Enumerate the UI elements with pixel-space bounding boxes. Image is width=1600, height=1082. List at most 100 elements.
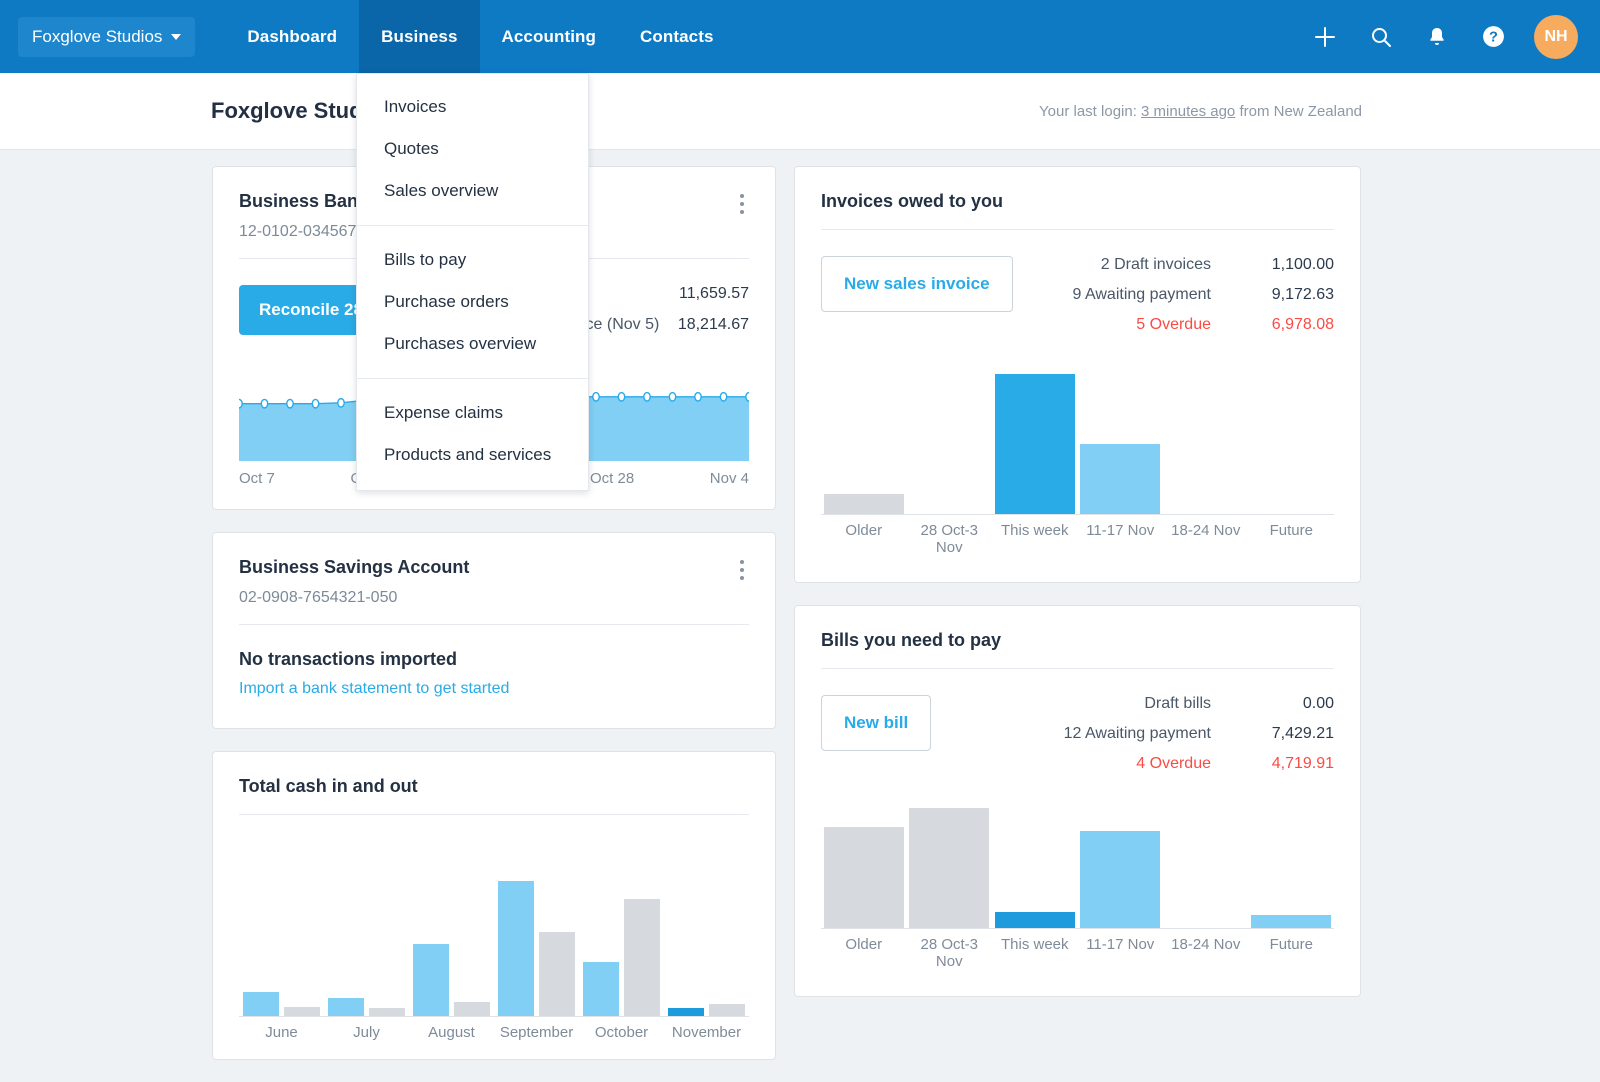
- bar[interactable]: [824, 827, 904, 928]
- bar[interactable]: [995, 912, 1075, 928]
- bar[interactable]: [454, 1002, 490, 1016]
- import-statement-link[interactable]: Import a bank statement to get started: [239, 680, 749, 698]
- nav-item-accounting[interactable]: Accounting: [480, 0, 619, 73]
- menu-group-sales: Invoices Quotes Sales overview: [357, 86, 588, 212]
- summary-label: 9 Awaiting payment: [1013, 286, 1239, 304]
- org-switcher-button[interactable]: Foxglove Studios: [18, 17, 195, 57]
- bar[interactable]: [995, 374, 1075, 514]
- axis-tick: Nov 4: [710, 470, 749, 487]
- right-column: Invoices owed to you New sales invoice 2…: [794, 166, 1361, 1019]
- bar-slot: [324, 998, 409, 1016]
- new-bill-button[interactable]: New bill: [821, 695, 931, 751]
- nav-item-contacts[interactable]: Contacts: [618, 0, 736, 73]
- nav-actions: ? NH: [1310, 15, 1578, 59]
- invoices-owed-card: Invoices owed to you New sales invoice 2…: [794, 166, 1361, 583]
- axis-tick: This week: [992, 936, 1078, 970]
- axis-tick: 28 Oct-3 Nov: [907, 522, 993, 556]
- axis-tick: October: [579, 1024, 664, 1041]
- bar-slot: [579, 899, 664, 1016]
- card-menu-icon[interactable]: [731, 191, 753, 217]
- bills-bar-chart: Older28 Oct-3 NovThis week11-17 Nov18-24…: [821, 799, 1334, 970]
- menu-item-products-and-services[interactable]: Products and services: [357, 434, 588, 476]
- menu-item-purchases-overview[interactable]: Purchases overview: [357, 323, 588, 365]
- bar[interactable]: [824, 494, 904, 514]
- search-icon[interactable]: [1366, 22, 1396, 52]
- summary-row-overdue[interactable]: 4 Overdue 4,719.91: [1004, 755, 1334, 773]
- bar-slot: [992, 912, 1078, 928]
- nav-item-dashboard[interactable]: Dashboard: [225, 0, 359, 73]
- bar[interactable]: [243, 992, 279, 1016]
- summary-label: 12 Awaiting payment: [1004, 725, 1239, 743]
- savings-account-card: Business Savings Account 02-0908-7654321…: [212, 532, 776, 729]
- nav-label: Business: [381, 27, 457, 47]
- last-login-text: Your last login: 3 minutes ago from New …: [1039, 103, 1362, 120]
- bar-slot: [1249, 915, 1335, 928]
- axis-tick: Oct 7: [239, 470, 275, 487]
- menu-item-purchase-orders[interactable]: Purchase orders: [357, 281, 588, 323]
- nav-label: Dashboard: [247, 27, 337, 47]
- avatar[interactable]: NH: [1534, 15, 1578, 59]
- bar[interactable]: [1080, 831, 1160, 928]
- summary-value: 9,172.63: [1239, 286, 1334, 304]
- business-dropdown-menu: Invoices Quotes Sales overview Bills to …: [356, 73, 589, 491]
- bar-slot: [494, 881, 579, 1016]
- bar-slot: [1078, 444, 1164, 514]
- axis-tick: Future: [1249, 936, 1335, 970]
- bar[interactable]: [624, 899, 660, 1016]
- bar[interactable]: [909, 808, 989, 928]
- cash-flow-axis: JuneJulyAugustSeptemberOctoberNovember: [239, 1024, 749, 1041]
- summary-value: 1,100.00: [1239, 256, 1334, 274]
- summary-row[interactable]: 12 Awaiting payment 7,429.21: [1004, 725, 1334, 743]
- menu-item-expense-claims[interactable]: Expense claims: [357, 392, 588, 434]
- axis-tick: Older: [821, 936, 907, 970]
- bar[interactable]: [369, 1008, 405, 1016]
- bar[interactable]: [284, 1007, 320, 1016]
- plus-icon[interactable]: [1310, 22, 1340, 52]
- bar[interactable]: [328, 998, 364, 1016]
- menu-item-sales-overview[interactable]: Sales overview: [357, 170, 588, 212]
- savings-account-title: Business Savings Account: [239, 557, 749, 578]
- invoices-bar-chart: Older28 Oct-3 NovThis week11-17 Nov18-24…: [821, 360, 1334, 556]
- menu-group-purchases: Bills to pay Purchase orders Purchases o…: [357, 225, 588, 365]
- card-menu-icon[interactable]: [731, 557, 753, 583]
- invoices-summary-list: 2 Draft invoices 1,100.00 9 Awaiting pay…: [1013, 256, 1334, 334]
- summary-row[interactable]: Draft bills 0.00: [1004, 695, 1334, 713]
- last-login-suffix: from New Zealand: [1235, 103, 1362, 120]
- bar-slot: [992, 374, 1078, 514]
- bar[interactable]: [583, 962, 619, 1016]
- menu-item-bills-to-pay[interactable]: Bills to pay: [357, 239, 588, 281]
- axis-tick: September: [494, 1024, 579, 1041]
- cash-flow-title: Total cash in and out: [239, 776, 749, 797]
- invoices-owed-title: Invoices owed to you: [821, 191, 1334, 212]
- axis-tick: Future: [1249, 522, 1335, 556]
- empty-state-title: No transactions imported: [239, 649, 749, 670]
- org-switcher-label: Foxglove Studios: [32, 27, 162, 47]
- summary-row-overdue[interactable]: 5 Overdue 6,978.08: [1013, 316, 1334, 334]
- balance-value: 18,214.67: [678, 316, 749, 334]
- bar-slot: [1078, 831, 1164, 928]
- summary-row[interactable]: 9 Awaiting payment 9,172.63: [1013, 286, 1334, 304]
- new-sales-invoice-button[interactable]: New sales invoice: [821, 256, 1013, 312]
- bar[interactable]: [539, 932, 575, 1016]
- summary-label: 5 Overdue: [1013, 316, 1239, 334]
- bar[interactable]: [413, 944, 449, 1016]
- bell-icon[interactable]: [1422, 22, 1452, 52]
- bar[interactable]: [668, 1008, 704, 1016]
- bar[interactable]: [709, 1004, 745, 1016]
- last-login-prefix: Your last login:: [1039, 103, 1141, 120]
- help-icon[interactable]: ?: [1478, 22, 1508, 52]
- bar-slot: [821, 827, 907, 928]
- bar[interactable]: [1080, 444, 1160, 514]
- menu-item-invoices[interactable]: Invoices: [357, 86, 588, 128]
- summary-label: 4 Overdue: [1004, 755, 1239, 773]
- axis-tick: August: [409, 1024, 494, 1041]
- summary-row[interactable]: 2 Draft invoices 1,100.00: [1013, 256, 1334, 274]
- avatar-initials: NH: [1544, 28, 1567, 46]
- bar[interactable]: [1251, 915, 1331, 928]
- nav-item-business[interactable]: Business: [359, 0, 479, 73]
- last-login-link[interactable]: 3 minutes ago: [1141, 103, 1235, 120]
- cash-flow-card: Total cash in and out JuneJulyAugustSept…: [212, 751, 776, 1060]
- bar[interactable]: [498, 881, 534, 1016]
- menu-item-quotes[interactable]: Quotes: [357, 128, 588, 170]
- axis-tick: June: [239, 1024, 324, 1041]
